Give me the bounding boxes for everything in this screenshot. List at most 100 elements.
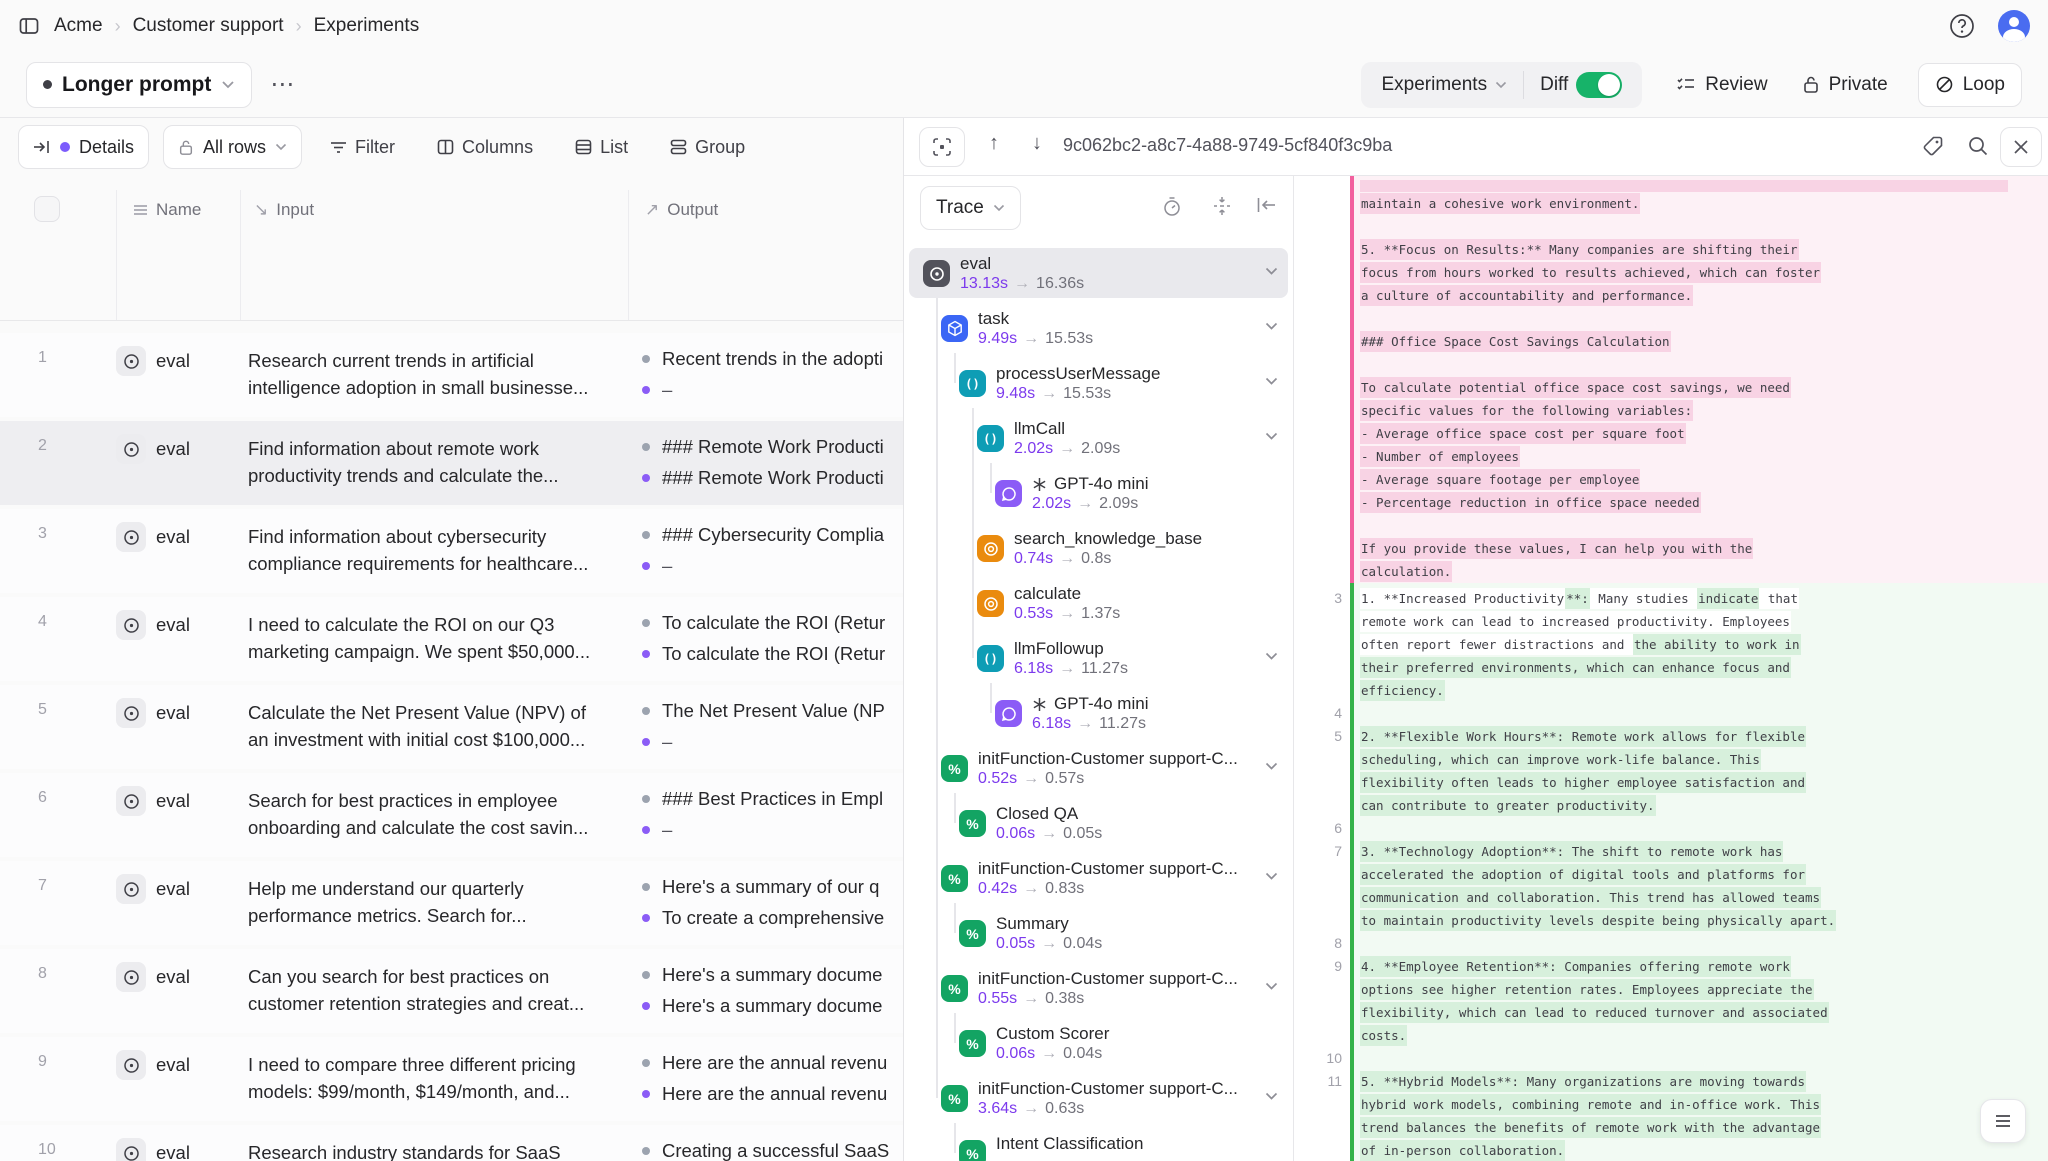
chevron-down-icon[interactable]: [1265, 982, 1278, 990]
select-all-checkbox[interactable]: [34, 196, 60, 222]
list-button[interactable]: List: [561, 125, 642, 169]
diff-added-line: costs.: [1294, 1024, 2048, 1047]
span-row-task[interactable]: task9.49s→15.53s: [909, 303, 1288, 353]
experiment-menu-button[interactable]: ⋯: [270, 70, 296, 99]
diff-added-line: of in-person collaboration.: [1294, 1139, 2048, 1161]
table-row[interactable]: 5evalCalculate the Net Present Value (NP…: [0, 685, 903, 769]
span-row-eval[interactable]: eval13.13s→16.36s: [909, 248, 1288, 298]
span-row-initfunction-customer-support-c-[interactable]: %initFunction-Customer support-C...0.55s…: [909, 963, 1288, 1013]
table-row[interactable]: 1evalResearch current trends in artifici…: [0, 333, 903, 417]
collapse-panel-left-icon[interactable]: [1256, 196, 1277, 214]
timing-icon[interactable]: [1162, 196, 1182, 217]
all-rows-dropdown[interactable]: All rows: [163, 125, 302, 169]
table-row[interactable]: 2evalFind information about remote workp…: [0, 421, 903, 505]
name-cell: eval: [116, 773, 240, 857]
diff-clipped-line: [1360, 180, 2008, 192]
span-row-closed-qa[interactable]: %Closed QA0.06s→0.05s: [909, 798, 1288, 848]
column-header-name[interactable]: Name: [133, 200, 201, 220]
breadcrumb-separator: ›: [296, 16, 302, 37]
span-row-initfunction-customer-support-c-[interactable]: %initFunction-Customer support-C...0.42s…: [909, 853, 1288, 903]
lock-icon: [1802, 75, 1820, 94]
filter-button[interactable]: Filter: [316, 125, 409, 169]
span-label: search_knowledge_base: [1014, 529, 1202, 549]
next-row-button[interactable]: ↓: [1032, 132, 1042, 155]
column-header-input-label: Input: [276, 200, 314, 220]
span-row-llmcall[interactable]: ()llmCall2.02s→2.09s: [909, 413, 1288, 463]
input-cell: Find information about remote workproduc…: [240, 421, 628, 505]
purple-score-dot: [642, 826, 650, 834]
group-button[interactable]: Group: [656, 125, 759, 169]
column-header-input[interactable]: ↘ Input: [254, 200, 314, 220]
chevron-down-icon[interactable]: [1265, 872, 1278, 880]
help-icon[interactable]: [1948, 12, 1976, 40]
chevron-down-icon[interactable]: [1265, 322, 1278, 330]
diff-toggle[interactable]: [1576, 72, 1622, 98]
chevron-down-icon[interactable]: [1265, 432, 1278, 440]
breadcrumb-section[interactable]: Experiments: [314, 15, 420, 37]
chevron-down-icon[interactable]: [1265, 377, 1278, 385]
row-number: 4: [0, 597, 116, 681]
search-icon[interactable]: [1967, 135, 1989, 157]
chevron-down-icon[interactable]: [1265, 762, 1278, 770]
view-dropdown[interactable]: Experiments: [1365, 62, 1523, 108]
span-row-processusermessage[interactable]: ()processUserMessage9.48s→15.53s: [909, 358, 1288, 408]
chevron-down-icon[interactable]: [1265, 1092, 1278, 1100]
previous-row-button[interactable]: ↑: [989, 132, 999, 155]
purple-score-dot: [642, 562, 650, 570]
close-panel-button[interactable]: [2000, 127, 2042, 167]
span-row-calculate[interactable]: calculate0.53s→1.37s: [909, 578, 1288, 628]
span-row-summary[interactable]: %Summary0.05s→0.04s: [909, 908, 1288, 958]
span-row-llmfollowup[interactable]: ()llmFollowup6.18s→11.27s: [909, 633, 1288, 683]
list-view-icon: [575, 139, 592, 155]
trace-panel-header: ↑ ↓ 9c062bc2-a8c7-4a88-9749-5cf840f3c9ba: [904, 118, 2048, 176]
diff-removed-line: - Average office space cost per square f…: [1294, 422, 2048, 445]
private-button[interactable]: Private: [1802, 74, 1888, 96]
output-text: –: [662, 379, 672, 401]
input-cell: Research current trends in artificialint…: [240, 333, 628, 417]
diff-added-line: 52. **Flexible Work Hours**: Remote work…: [1294, 725, 2048, 748]
table-row[interactable]: 6evalSearch for best practices in employ…: [0, 773, 903, 857]
row-name-label: eval: [156, 1050, 190, 1076]
table-row[interactable]: 4evalI need to calculate the ROI on our …: [0, 597, 903, 681]
span-row-gpt-4o-mini[interactable]: GPT-4o mini2.02s→2.09s: [909, 468, 1288, 518]
breadcrumb-org[interactable]: Acme: [54, 15, 103, 37]
table-row[interactable]: 8evalCan you search for best practices o…: [0, 949, 903, 1033]
tag-icon[interactable]: [1922, 135, 1944, 157]
span-row-custom-scorer[interactable]: %Custom Scorer0.06s→0.04s: [909, 1018, 1288, 1068]
span-durations: 2.02s→2.09s: [1032, 495, 1138, 513]
breadcrumb-project[interactable]: Customer support: [133, 15, 284, 37]
chevron-down-icon: [993, 204, 1005, 212]
chevron-down-icon[interactable]: [1265, 652, 1278, 660]
loop-button[interactable]: Loop: [1918, 63, 2022, 107]
span-durations: 2.02s→2.09s: [1014, 440, 1120, 458]
breadcrumb: Acme › Customer support › Experiments: [54, 15, 419, 37]
table-row[interactable]: 9evalI need to compare three different p…: [0, 1037, 903, 1121]
span-row-intent-classification[interactable]: %Intent Classification: [909, 1128, 1288, 1161]
chevron-down-icon[interactable]: [1265, 267, 1278, 275]
gray-score-dot: [642, 1059, 650, 1067]
expand-trace-button[interactable]: [919, 127, 965, 167]
table-row[interactable]: 3evalFind information about cybersecurit…: [0, 509, 903, 593]
diff-removed-line: If you provide these values, I can help …: [1294, 537, 2048, 560]
user-avatar[interactable]: [1998, 10, 2030, 42]
review-button[interactable]: Review: [1676, 74, 1767, 96]
sidebar-toggle-icon[interactable]: [18, 15, 40, 37]
details-button[interactable]: Details: [18, 125, 149, 169]
span-row-initfunction-customer-support-c-[interactable]: %initFunction-Customer support-C...3.64s…: [909, 1073, 1288, 1123]
diff-added-block: 31. **Increased Productivity**: Many stu…: [1294, 583, 2048, 1161]
columns-button[interactable]: Columns: [423, 125, 547, 169]
output-text: To create a comprehensive: [662, 907, 884, 929]
collapse-rows-icon[interactable]: [1212, 196, 1232, 216]
table-row[interactable]: 10evalResearch industry standards for Sa…: [0, 1125, 903, 1161]
span-row-gpt-4o-mini[interactable]: GPT-4o mini6.18s→11.27s: [909, 688, 1288, 738]
span-row-initfunction-customer-support-c-[interactable]: %initFunction-Customer support-C...0.52s…: [909, 743, 1288, 793]
output-view-menu-button[interactable]: [1980, 1099, 2026, 1143]
output-cell: Recent trends in the adopti–: [628, 333, 903, 417]
gray-score-dot: [642, 883, 650, 891]
span-row-search-knowledge-base[interactable]: search_knowledge_base0.74s→0.8s: [909, 523, 1288, 573]
experiment-selector[interactable]: Longer prompt: [26, 62, 252, 108]
table-row[interactable]: 7evalHelp me understand our quarterlyper…: [0, 861, 903, 945]
trace-view-dropdown[interactable]: Trace: [920, 186, 1021, 230]
output-text: Creating a successful SaaS: [662, 1140, 889, 1161]
column-header-output[interactable]: ↗ Output: [645, 200, 718, 220]
